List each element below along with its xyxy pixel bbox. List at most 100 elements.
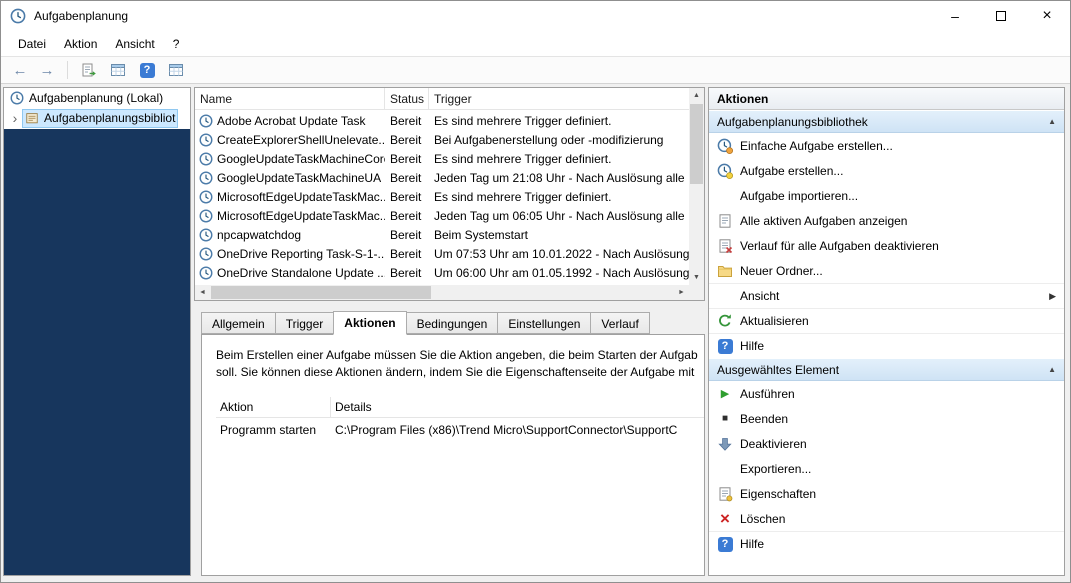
new-folder-icon — [717, 263, 733, 279]
table-row[interactable]: MicrosoftEdgeUpdateTaskMac... Bereit Es … — [195, 187, 689, 206]
task-name: OneDrive Reporting Task-S-1-... — [217, 247, 385, 261]
actions-panel: Aktionen Aufgabenplanungsbibliothek ▲ Ei… — [708, 87, 1065, 576]
tab-einstellungen[interactable]: Einstellungen — [497, 312, 591, 334]
import-task-icon — [717, 188, 733, 204]
titlebar: Aufgabenplanung – × — [1, 1, 1070, 31]
action-help-selected[interactable]: ? Hilfe — [709, 531, 1064, 556]
action-import-task[interactable]: Aufgabe importieren... — [709, 183, 1064, 208]
table-row[interactable]: OneDrive Reporting Task-S-1-... Bereit U… — [195, 244, 689, 263]
horizontal-scroll-thumb[interactable] — [211, 286, 431, 299]
action-label: Ausführen — [740, 387, 795, 401]
scroll-left-button[interactable]: ◄ — [195, 285, 210, 300]
export-list-button[interactable] — [77, 59, 101, 81]
properties-icon — [717, 486, 733, 502]
action-create-basic-task[interactable]: Einfache Aufgabe erstellen... — [709, 133, 1064, 158]
table-row[interactable]: MicrosoftEdgeUpdateTaskMac... Bereit Jed… — [195, 206, 689, 225]
action-label: Aktualisieren — [740, 314, 809, 328]
action-export[interactable]: Exportieren... — [709, 456, 1064, 481]
tree-item-library[interactable]: › Aufgabenplanungsbibliot — [4, 108, 190, 128]
action-new-folder[interactable]: Neuer Ordner... — [709, 258, 1064, 283]
table-row[interactable]: CreateExplorerShellUnelevate... Bereit B… — [195, 130, 689, 149]
action-details: C:\Program Files (x86)\Trend Micro\Suppo… — [331, 423, 705, 437]
description-line1: Beim Erstellen einer Aufgabe müssen Sie … — [216, 347, 704, 364]
column-header-name[interactable]: Name — [195, 88, 385, 109]
scroll-up-button[interactable]: ▲ — [689, 88, 704, 103]
action-disable[interactable]: Deaktivieren — [709, 431, 1064, 456]
table-row[interactable]: GoogleUpdateTaskMachineCore Bereit Es si… — [195, 149, 689, 168]
collapse-icon[interactable]: ▲ — [1048, 365, 1056, 374]
action-label: Einfache Aufgabe erstellen... — [740, 139, 893, 153]
task-name: MicrosoftEdgeUpdateTaskMac... — [217, 209, 385, 223]
action-delete[interactable]: × Löschen — [709, 506, 1064, 531]
action-end[interactable]: ■ Beenden — [709, 406, 1064, 431]
maximize-button[interactable] — [978, 1, 1024, 31]
horizontal-scrollbar[interactable]: ◄ ► — [195, 285, 689, 300]
console-tree-icon — [110, 62, 126, 78]
table-row[interactable]: Adobe Acrobat Update Task Bereit Es sind… — [195, 111, 689, 130]
window-controls: – × — [932, 1, 1070, 31]
action-refresh[interactable]: Aktualisieren — [709, 308, 1064, 333]
tab-allgemein[interactable]: Allgemein — [201, 312, 276, 334]
tree-library-selected[interactable]: Aufgabenplanungsbibliot — [22, 109, 178, 128]
action-pane-toggle-button[interactable] — [164, 59, 188, 81]
task-clock-icon — [199, 114, 213, 128]
menu-hilfe[interactable]: ? — [164, 33, 189, 55]
vertical-scroll-thumb[interactable] — [690, 104, 703, 184]
column-header-status[interactable]: Status — [385, 88, 429, 109]
tab-trigger[interactable]: Trigger — [275, 312, 335, 334]
tab-aktionen[interactable]: Aktionen — [333, 311, 406, 335]
tab-verlauf[interactable]: Verlauf — [590, 312, 649, 334]
chevron-right-icon[interactable]: › — [8, 111, 22, 125]
scroll-down-button[interactable]: ▼ — [689, 270, 704, 285]
actions-panel-title: Aktionen — [709, 88, 1064, 110]
action-help-library[interactable]: ? Hilfe — [709, 333, 1064, 358]
section-header-library[interactable]: Aufgabenplanungsbibliothek ▲ — [709, 110, 1064, 133]
tree-item-root[interactable]: Aufgabenplanung (Lokal) — [4, 88, 190, 108]
column-header-details[interactable]: Details — [331, 397, 705, 417]
close-button[interactable]: × — [1024, 1, 1070, 31]
help-button[interactable]: ? — [135, 59, 159, 81]
run-icon: ▶ — [717, 386, 733, 402]
task-trigger: Beim Systemstart — [429, 228, 689, 242]
column-header-aktion[interactable]: Aktion — [216, 397, 331, 417]
vertical-scrollbar[interactable]: ▲ ▼ — [689, 88, 704, 285]
column-header-trigger[interactable]: Trigger — [429, 88, 689, 109]
collapse-icon[interactable]: ▲ — [1048, 117, 1056, 126]
action-disable-history[interactable]: Verlauf für alle Aufgaben deaktivieren — [709, 233, 1064, 258]
tab-bedingungen[interactable]: Bedingungen — [406, 312, 499, 334]
task-status: Bereit — [385, 209, 429, 223]
console-tree-toggle-button[interactable] — [106, 59, 130, 81]
window-title: Aufgabenplanung — [34, 9, 128, 23]
forward-button[interactable]: → — [36, 62, 58, 79]
menu-aktion[interactable]: Aktion — [55, 33, 106, 55]
task-trigger: Es sind mehrere Trigger definiert. — [429, 152, 689, 166]
section-header-selected-item[interactable]: Ausgewähltes Element ▲ — [709, 358, 1064, 381]
task-clock-icon — [199, 190, 213, 204]
menu-datei[interactable]: Datei — [9, 33, 55, 55]
task-trigger: Um 07:53 Uhr am 10.01.2022 - Nach Auslös… — [429, 247, 689, 261]
action-label: Aufgabe importieren... — [740, 189, 858, 203]
table-row[interactable]: Programm starten C:\Program Files (x86)\… — [216, 418, 705, 441]
action-properties[interactable]: Eigenschaften — [709, 481, 1064, 506]
minimize-button[interactable]: – — [932, 1, 978, 31]
table-row[interactable]: GoogleUpdateTaskMachineUA Bereit Jeden T… — [195, 168, 689, 187]
view-icon — [717, 288, 733, 304]
tree-root-label: Aufgabenplanung (Lokal) — [29, 91, 163, 105]
action-view[interactable]: Ansicht ▶ — [709, 283, 1064, 308]
action-run[interactable]: ▶ Ausführen — [709, 381, 1064, 406]
task-status: Bereit — [385, 133, 429, 147]
table-row[interactable]: OneDrive Standalone Update ... Bereit Um… — [195, 263, 689, 282]
help-icon: ? — [718, 339, 733, 354]
scroll-right-button[interactable]: ► — [674, 285, 689, 300]
table-row[interactable]: npcapwatchdog Bereit Beim Systemstart — [195, 225, 689, 244]
back-button[interactable]: ← — [9, 62, 31, 79]
action-show-running-tasks[interactable]: Alle aktiven Aufgaben anzeigen — [709, 208, 1064, 233]
action-create-task[interactable]: Aufgabe erstellen... — [709, 158, 1064, 183]
task-name: npcapwatchdog — [217, 228, 301, 242]
menu-ansicht[interactable]: Ansicht — [106, 33, 163, 55]
action-label: Deaktivieren — [740, 437, 807, 451]
task-clock-icon — [199, 171, 213, 185]
app-clock-icon — [10, 8, 26, 24]
action-label: Verlauf für alle Aufgaben deaktivieren — [740, 239, 939, 253]
library-icon — [25, 111, 39, 125]
